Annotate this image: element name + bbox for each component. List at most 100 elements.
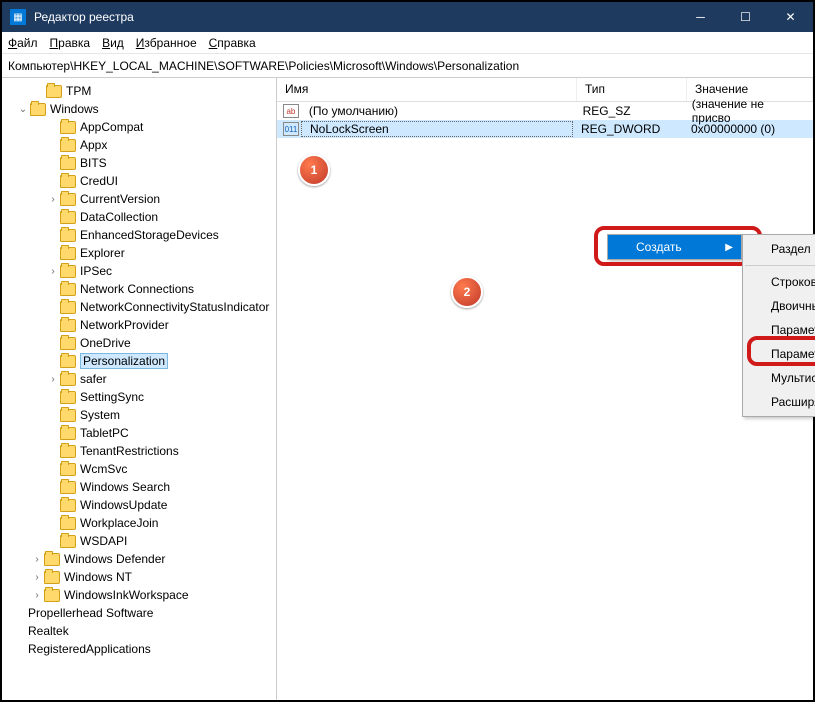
tree-item[interactable]: NetworkConnectivityStatusIndicator — [80, 300, 269, 314]
tree-item[interactable]: OneDrive — [80, 336, 131, 350]
folder-icon — [60, 481, 76, 494]
folder-icon — [44, 553, 60, 566]
tree-item[interactable]: SettingSync — [80, 390, 144, 404]
value-type: REG_SZ — [575, 104, 684, 118]
ctx-create[interactable]: Создать▶ — [608, 235, 741, 259]
tree-item[interactable]: CurrentVersion — [80, 192, 160, 206]
maximize-button[interactable]: ☐ — [723, 2, 768, 32]
tree-item[interactable]: WindowsInkWorkspace — [64, 588, 189, 602]
ctx-multi[interactable]: Мультистроковый параметр — [743, 366, 815, 390]
folder-icon — [46, 85, 62, 98]
tree-item[interactable]: Windows NT — [64, 570, 132, 584]
address-bar[interactable]: Компьютер\HKEY_LOCAL_MACHINE\SOFTWARE\Po… — [2, 54, 813, 78]
folder-icon — [44, 571, 60, 584]
tree-item[interactable]: TabletPC — [80, 426, 129, 440]
dword-value-icon: 011 — [283, 122, 299, 136]
menu-help[interactable]: Справка — [209, 36, 256, 50]
folder-icon — [60, 517, 76, 530]
tree-item[interactable]: TenantRestrictions — [80, 444, 179, 458]
expand-icon[interactable]: › — [30, 572, 44, 583]
window-title: Редактор реестра — [34, 10, 678, 24]
tree-item[interactable]: Windows — [50, 102, 99, 116]
folder-icon — [60, 463, 76, 476]
folder-icon — [44, 589, 60, 602]
folder-icon — [60, 319, 76, 332]
ctx-section[interactable]: Раздел — [743, 237, 815, 261]
expand-icon[interactable]: › — [30, 590, 44, 601]
tree-item[interactable]: WcmSvc — [80, 462, 127, 476]
expand-icon[interactable]: › — [46, 374, 60, 385]
folder-icon — [60, 301, 76, 314]
value-name: NoLockScreen — [310, 122, 389, 136]
context-menu: Создать▶ — [607, 234, 742, 260]
tree-item[interactable]: System — [80, 408, 120, 422]
folder-icon — [60, 391, 76, 404]
tree-item[interactable]: BITS — [80, 156, 107, 170]
col-type[interactable]: Тип — [577, 78, 687, 101]
ctx-expand[interactable]: Расширяемый строковый параметр — [743, 390, 815, 414]
folder-icon — [60, 121, 76, 134]
tree-item[interactable]: CredUI — [80, 174, 118, 188]
ctx-binary[interactable]: Двоичный параметр — [743, 294, 815, 318]
menu-file[interactable]: Файл — [8, 36, 38, 50]
ctx-qword[interactable]: Параметр QWORD (64 бита) — [743, 342, 815, 366]
tree-item[interactable]: Windows Defender — [64, 552, 165, 566]
menu-view[interactable]: Вид — [102, 36, 124, 50]
tree-item[interactable]: Explorer — [80, 246, 125, 260]
menu-fav[interactable]: Избранное — [136, 36, 197, 50]
tree-item[interactable]: EnhancedStorageDevices — [80, 228, 219, 242]
tree-item[interactable]: safer — [80, 372, 107, 386]
folder-icon — [60, 157, 76, 170]
folder-icon — [60, 211, 76, 224]
tree-item[interactable]: DataCollection — [80, 210, 158, 224]
folder-icon — [60, 229, 76, 242]
list-row[interactable]: ab (По умолчанию) REG_SZ (значение не пр… — [277, 102, 813, 120]
tree-item[interactable]: Appx — [80, 138, 107, 152]
string-value-icon: ab — [283, 104, 299, 118]
ctx-string[interactable]: Строковый параметр — [743, 270, 815, 294]
list-pane: Имя Тип Значение ab (По умолчанию) REG_S… — [277, 78, 813, 700]
folder-icon — [60, 535, 76, 548]
tree-pane[interactable]: TPM ⌄ Windows AppCompat Appx BITS CredUI › Cur… — [2, 78, 277, 700]
list-row[interactable]: 011 NoLockScreen REG_DWORD 0x00000000 (0… — [277, 120, 813, 138]
folder-icon — [60, 355, 76, 368]
tree-item[interactable]: Propellerhead Software — [28, 606, 153, 620]
annotation-badge: 1 — [298, 154, 330, 186]
expand-icon[interactable]: › — [46, 266, 60, 277]
tree-item[interactable]: Personalization — [80, 353, 168, 369]
chevron-right-icon: ▶ — [725, 242, 733, 253]
folder-icon — [60, 373, 76, 386]
minimize-button[interactable]: ─ — [678, 2, 723, 32]
value-type: REG_DWORD — [573, 122, 683, 136]
tree-item[interactable]: RegisteredApplications — [28, 642, 151, 656]
tree-item[interactable]: WindowsUpdate — [80, 498, 167, 512]
expand-icon[interactable]: › — [46, 194, 60, 205]
app-icon: ▦ — [10, 9, 26, 25]
expand-icon[interactable]: › — [30, 554, 44, 565]
tree-item[interactable]: IPSec — [80, 264, 112, 278]
tree-item[interactable]: AppCompat — [80, 120, 143, 134]
tree-item[interactable]: WorkplaceJoin — [80, 516, 158, 530]
context-submenu: Раздел Строковый параметр Двоичный парам… — [742, 234, 815, 417]
collapse-icon[interactable]: ⌄ — [16, 104, 30, 115]
folder-icon — [60, 247, 76, 260]
close-button[interactable]: ✕ — [768, 2, 813, 32]
folder-icon — [60, 427, 76, 440]
titlebar: ▦ Редактор реестра ─ ☐ ✕ — [2, 2, 813, 32]
tree-item[interactable]: TPM — [66, 84, 91, 98]
tree-item[interactable]: WSDAPI — [80, 534, 127, 548]
folder-icon — [30, 103, 46, 116]
menu-edit[interactable]: Правка — [50, 36, 91, 50]
tree-item[interactable]: Realtek — [28, 624, 69, 638]
folder-icon — [60, 265, 76, 278]
folder-icon — [60, 139, 76, 152]
folder-icon — [60, 445, 76, 458]
tree-item[interactable]: Windows Search — [80, 480, 170, 494]
ctx-dword[interactable]: Параметр DWORD (32 бита) — [743, 318, 815, 342]
folder-icon — [60, 283, 76, 296]
col-name[interactable]: Имя — [277, 78, 577, 101]
tree-item[interactable]: Network Connections — [80, 282, 194, 296]
annotation-badge: 2 — [451, 276, 483, 308]
tree-item[interactable]: NetworkProvider — [80, 318, 169, 332]
folder-icon — [60, 337, 76, 350]
